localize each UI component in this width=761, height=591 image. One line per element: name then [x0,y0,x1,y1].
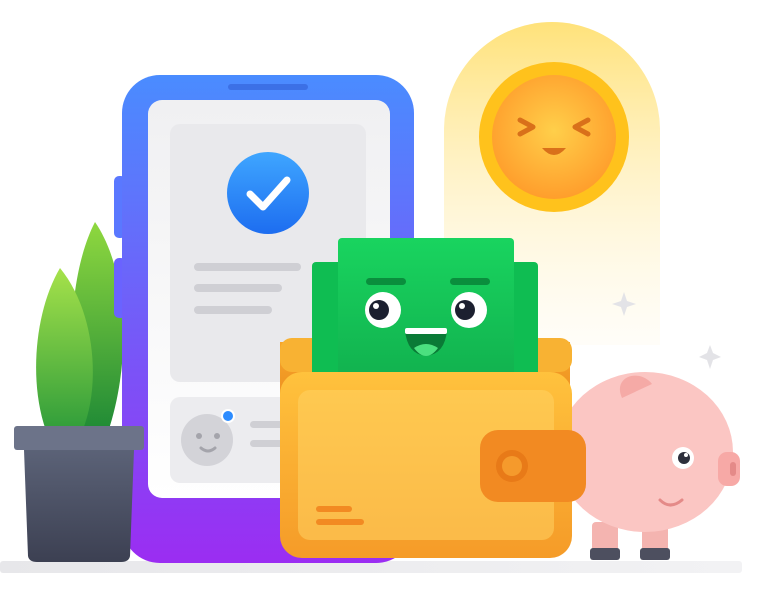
coin-icon [479,62,629,212]
plant-pot [14,426,144,562]
text-line [194,306,272,314]
sparkle-icon [699,345,721,369]
text-line [250,440,284,447]
check-badge [227,152,309,234]
wallet-icon [280,372,586,558]
text-line [194,263,301,271]
text-line [194,284,282,292]
plant-icon [36,222,124,436]
illustration-canvas [0,22,742,573]
